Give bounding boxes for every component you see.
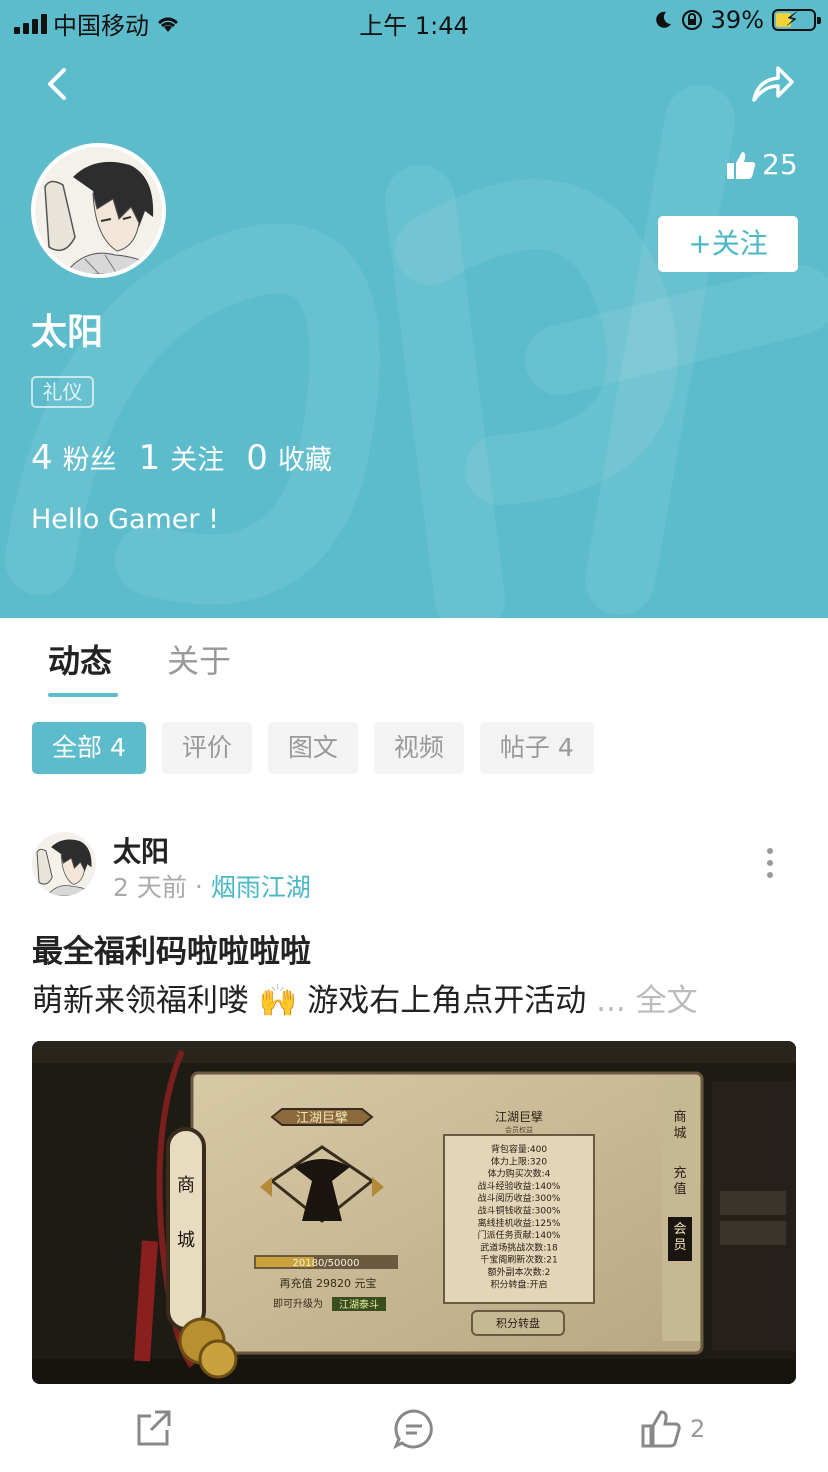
benefit-line: 背包容量:400 (491, 1143, 547, 1155)
side-tab-char: 城 (673, 1126, 686, 1141)
likes-count: 25 (762, 148, 798, 181)
like-count: 2 (690, 1415, 706, 1443)
panel-title: 江湖巨擘 (495, 1109, 543, 1124)
benefit-line: 离线挂机收益:125% (478, 1217, 561, 1229)
battery-icon: ⚡ (772, 8, 821, 31)
filter-all[interactable]: 全部 4 (32, 722, 146, 774)
share-button[interactable] (748, 62, 796, 106)
post-ellipsis: ... (586, 983, 626, 1019)
benefit-line: 战斗阅历收益:300% (478, 1192, 561, 1204)
comment-icon (393, 1409, 433, 1450)
comment-button[interactable] (393, 1408, 435, 1450)
thumbs-up-icon (727, 151, 756, 179)
tab-activity[interactable]: 动态 (48, 636, 112, 682)
profile-header: 中国移动 上午 1:44 39% ⚡ 太阳 礼仪 4 粉丝 1 关注 0 收藏 … (0, 0, 828, 618)
side-tab-char: 商 (673, 1110, 686, 1125)
full-text-link[interactable]: 全文 (626, 983, 698, 1019)
follow-button[interactable]: +关注 (658, 216, 798, 272)
side-tab-char: 会 (673, 1222, 686, 1237)
post-meta: 2 天前 · 烟雨江湖 (113, 868, 311, 904)
stat-label: 关注 (170, 445, 225, 476)
filter-videos[interactable]: 视频 (373, 722, 464, 774)
scroll-label-1: 商 (177, 1175, 195, 1196)
benefit-line: 千宝阁刷新次数:21 (480, 1254, 558, 1266)
stat-number: 1 (138, 438, 161, 478)
share-post-button[interactable] (133, 1408, 173, 1448)
benefit-line: 战斗经验收益:140% (478, 1180, 561, 1192)
rotation-lock-icon (681, 10, 702, 30)
meta-separator: · (194, 871, 203, 901)
post-author-avatar[interactable] (32, 832, 96, 896)
stat-favorites[interactable]: 0 收藏 (246, 438, 332, 478)
thumbs-up-icon (641, 1410, 681, 1448)
status-bar: 中国移动 上午 1:44 39% ⚡ (0, 0, 828, 42)
filter-chips: 全部 4 评价 图文 视频 帖子 4 (32, 722, 594, 774)
like-post-button[interactable]: 2 (640, 1408, 705, 1450)
benefit-line: 积分转盘:开启 (490, 1278, 547, 1290)
profile-tag: 礼仪 (31, 376, 94, 408)
recharge-line: 再充值 29820 元宝 (280, 1276, 377, 1290)
filter-reviews[interactable]: 评价 (161, 722, 252, 774)
profile-bio: Hello Gamer ! (31, 504, 219, 535)
profile-name: 太阳 (31, 312, 104, 353)
stat-fans[interactable]: 4 粉丝 (31, 438, 117, 478)
avatar[interactable] (31, 143, 166, 278)
benefit-line: 体力上限:320 (491, 1155, 547, 1167)
post-body-text: 萌新来领福利喽 🙌 游戏右上角点开活动 (32, 983, 587, 1019)
profile-likes[interactable]: 25 (726, 148, 798, 181)
moon-icon (655, 11, 671, 28)
side-tab-char: 充 (673, 1165, 686, 1181)
back-button[interactable] (36, 62, 80, 106)
post-author-name[interactable]: 太阳 (113, 830, 169, 870)
post-actions: 2 (0, 1408, 828, 1468)
benefit-line: 门派任务贡献:140% (478, 1229, 561, 1241)
stat-number: 0 (246, 438, 268, 478)
benefit-line: 额外副本次数:2 (488, 1266, 551, 1278)
tab-indicator (48, 693, 118, 697)
share-icon (137, 1410, 171, 1446)
profile-stats: 4 粉丝 1 关注 0 收藏 (31, 438, 354, 478)
battery-percent: 39% (710, 6, 764, 34)
benefit-line: 战斗铜钱收益:300% (478, 1205, 561, 1217)
post-game-link[interactable]: 烟雨江湖 (211, 868, 311, 904)
filter-posts[interactable]: 帖子 4 (479, 722, 594, 774)
stat-label: 粉丝 (62, 445, 117, 476)
benefit-line: 体力购买次数:4 (488, 1168, 551, 1180)
filter-images[interactable]: 图文 (267, 722, 358, 774)
post-body[interactable]: 萌新来领福利喽 🙌 游戏右上角点开活动 ... 全文 (32, 975, 698, 1020)
stat-number: 4 (31, 438, 53, 478)
side-tab-char: 员 (673, 1238, 686, 1253)
more-options-button[interactable] (760, 848, 780, 878)
avatar-image (32, 832, 96, 896)
tab-about[interactable]: 关于 (167, 636, 231, 682)
side-tab-char: 值 (673, 1181, 686, 1197)
progress-text: 20180/50000 (293, 1258, 360, 1269)
upgrade-line: 即可升级为 (273, 1298, 323, 1310)
wheel-button: 积分转盘 (496, 1316, 540, 1330)
avatar-image (35, 147, 162, 274)
banner-text: 江湖巨擘 (296, 1110, 348, 1126)
upgrade-target: 江湖泰斗 (339, 1298, 379, 1311)
post-title[interactable]: 最全福利码啦啦啦啦 (32, 926, 311, 971)
panel-subtitle: 会员权益 (505, 1125, 533, 1134)
post-image[interactable]: 江湖巨擘 20180/50000 再充值 29820 元宝 即可升级为 江湖泰斗… (32, 1041, 796, 1384)
benefit-line: 武道场挑战次数:18 (480, 1241, 558, 1253)
scroll-label-2: 城 (177, 1230, 195, 1251)
stat-following[interactable]: 1 关注 (139, 438, 225, 478)
stat-label: 收藏 (277, 445, 332, 476)
game-screenshot: 江湖巨擘 20180/50000 再充值 29820 元宝 即可升级为 江湖泰斗… (32, 1041, 796, 1384)
post-time: 2 天前 (113, 873, 187, 902)
